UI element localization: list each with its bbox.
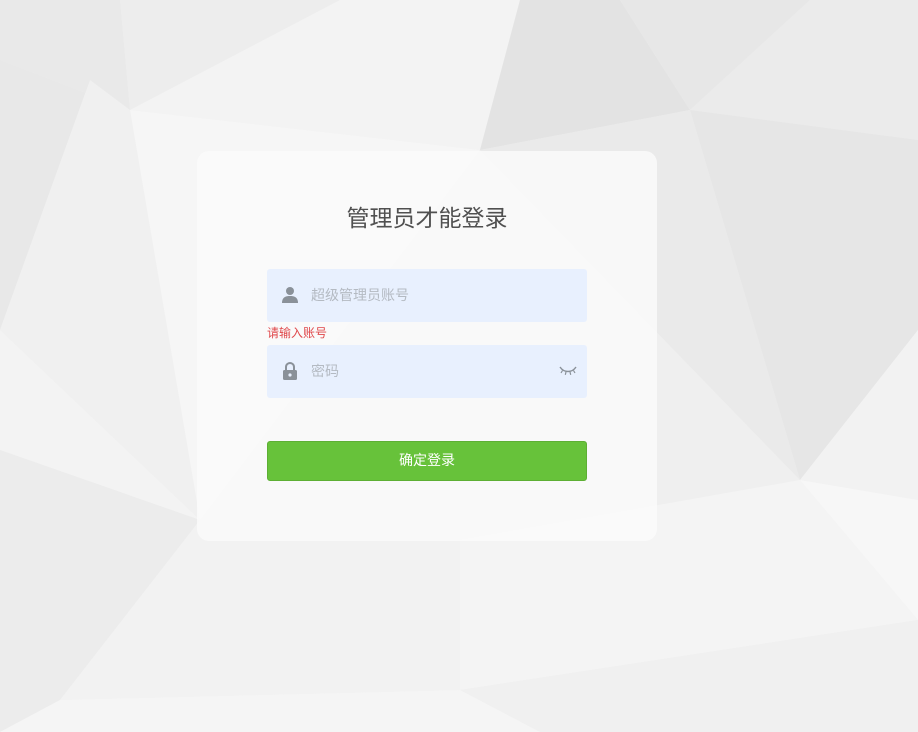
password-input[interactable] — [311, 345, 551, 398]
username-field — [267, 269, 587, 322]
username-error-message: 请输入账号 — [267, 326, 328, 340]
login-card: 管理员才能登录 请输入账号 确定登录 — [197, 151, 657, 541]
login-title: 管理员才能登录 — [346, 206, 508, 232]
user-icon — [282, 287, 298, 303]
eye-closed-icon[interactable] — [559, 363, 577, 377]
lock-icon — [283, 362, 297, 380]
password-field — [267, 345, 587, 398]
username-input[interactable] — [311, 269, 551, 322]
login-submit-button[interactable]: 确定登录 — [267, 441, 587, 481]
